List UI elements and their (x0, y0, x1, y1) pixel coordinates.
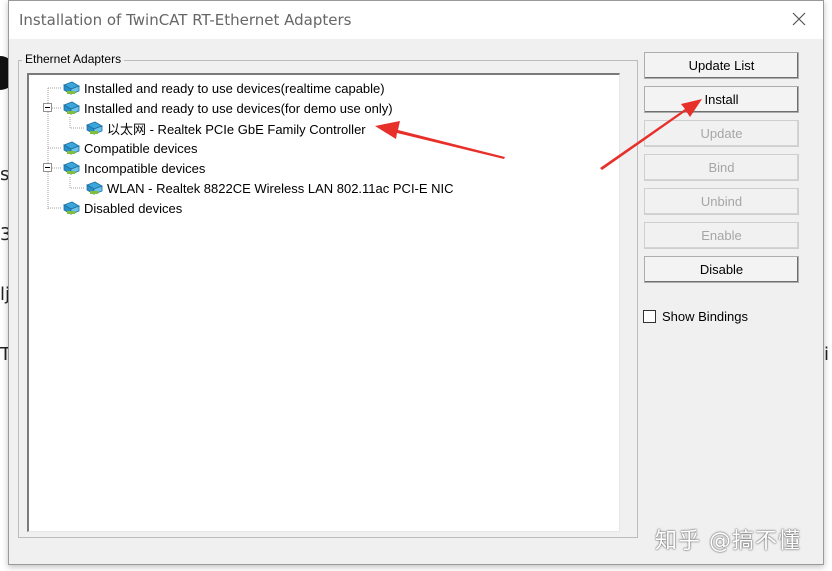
annotation-arrows (375, 99, 702, 170)
watermark: 知乎 @搞不懂 (655, 529, 801, 554)
annotation-arrow-install (600, 99, 702, 170)
annotation-arrow-adapter (375, 121, 505, 159)
